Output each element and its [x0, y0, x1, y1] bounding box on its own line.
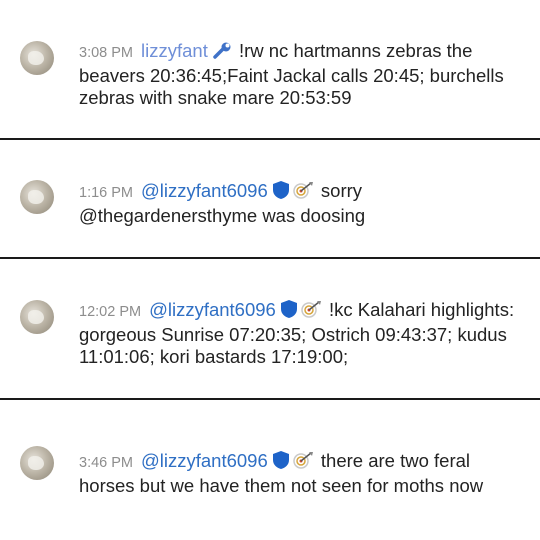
chat-message: 3:46 PM @lizzyfant6096 there are two fera… — [0, 400, 540, 540]
shield-icon — [272, 180, 290, 205]
chat-message: 1:16 PM @lizzyfant6096 sorry @thegardener… — [0, 140, 540, 257]
target-arrow-icon — [290, 180, 316, 205]
shield-icon — [272, 450, 290, 475]
chat-message: 12:02 PM @lizzyfant6096 !kc Kalahari high… — [0, 259, 540, 398]
message-content: 3:08 PM lizzyfant !rw nc hartmanns zebras… — [79, 40, 520, 109]
chat-message: 3:08 PM lizzyfant !rw nc hartmanns zebras… — [0, 0, 540, 138]
username[interactable]: lizzyfant — [141, 40, 208, 61]
target-arrow-icon — [298, 299, 324, 324]
username[interactable]: @lizzyfant6096 — [141, 450, 268, 471]
avatar[interactable] — [20, 180, 54, 214]
avatar[interactable] — [20, 446, 54, 480]
username[interactable]: @lizzyfant6096 — [141, 180, 268, 201]
timestamp: 12:02 PM — [79, 304, 142, 320]
avatar[interactable] — [20, 300, 54, 334]
target-arrow-icon — [290, 450, 316, 475]
message-content: 12:02 PM @lizzyfant6096 !kc Kalahari high… — [79, 299, 520, 368]
avatar[interactable] — [20, 41, 54, 75]
shield-icon — [280, 299, 298, 324]
timestamp: 1:16 PM — [79, 185, 133, 201]
timestamp: 3:46 PM — [79, 455, 133, 471]
timestamp: 3:08 PM — [79, 45, 133, 61]
wrench-icon — [212, 42, 234, 65]
username[interactable]: @lizzyfant6096 — [149, 299, 276, 320]
message-content: 1:16 PM @lizzyfant6096 sorry @thegardener… — [79, 180, 520, 227]
message-content: 3:46 PM @lizzyfant6096 there are two fera… — [79, 450, 520, 497]
